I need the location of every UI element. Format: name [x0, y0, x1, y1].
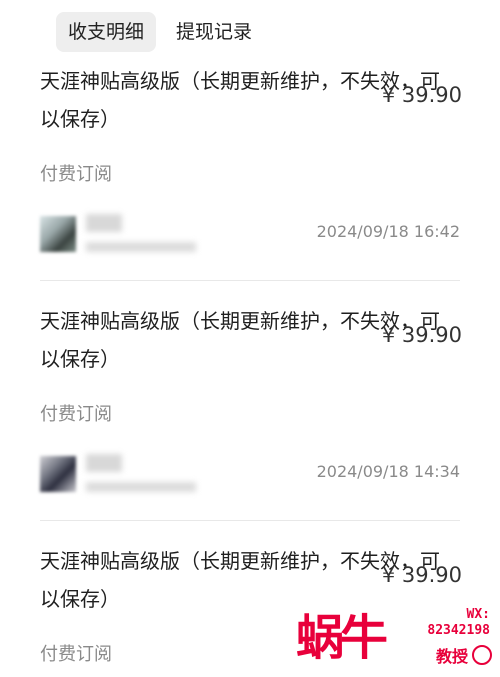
blurred-user-detail: [86, 242, 196, 252]
watermark-brand: 蜗牛: [296, 610, 388, 666]
record-type: 付费订阅: [40, 404, 112, 425]
record-type: 付费订阅: [40, 164, 112, 185]
record-price: ¥ 39.90: [381, 323, 462, 347]
record-timestamp: 2024/09/18 16:42: [316, 222, 460, 241]
watermark-contact-value: 82342198: [427, 623, 490, 638]
blurred-user-detail: [86, 482, 196, 492]
tab-withdraw-records[interactable]: 提现记录: [164, 12, 264, 52]
record-meta: 2024/09/18 16:42: [40, 208, 460, 264]
record-title: 天涯神贴高级版（长期更新维护，不失效，可 以保存） ¥ 39.90: [40, 62, 462, 138]
avatar: [40, 216, 76, 252]
divider: [40, 520, 460, 521]
watermark-contact-label: WX:: [466, 607, 490, 622]
watermark-contact: WX: 82342198: [427, 607, 490, 639]
record-price: ¥ 39.90: [381, 83, 462, 107]
blurred-username: [86, 214, 122, 232]
list-item[interactable]: 天涯神贴高级版（长期更新维护，不失效，可 以保存） ¥ 39.90 付费订阅 2…: [40, 302, 462, 504]
tab-bar: 收支明细 提现记录: [56, 12, 264, 52]
record-timestamp: 2024/09/18 14:34: [316, 462, 460, 481]
record-meta: 2024/09/18 14:34: [40, 448, 460, 504]
tab-income-expense[interactable]: 收支明细: [56, 12, 157, 52]
avatar: [40, 456, 76, 492]
record-title: 天涯神贴高级版（长期更新维护，不失效，可 以保存） ¥ 39.90: [40, 302, 462, 378]
watermark-logo: 蜗牛 WX: 82342198 教授: [296, 603, 496, 673]
list-item[interactable]: 天涯神贴高级版（长期更新维护，不失效，可 以保存） ¥ 39.90 付费订阅 2…: [40, 62, 462, 264]
blurred-username: [86, 454, 122, 472]
watermark-sub: 教授: [435, 647, 468, 666]
snail-shell-icon: [472, 645, 492, 665]
divider: [40, 280, 460, 281]
record-price: ¥ 39.90: [381, 563, 462, 587]
